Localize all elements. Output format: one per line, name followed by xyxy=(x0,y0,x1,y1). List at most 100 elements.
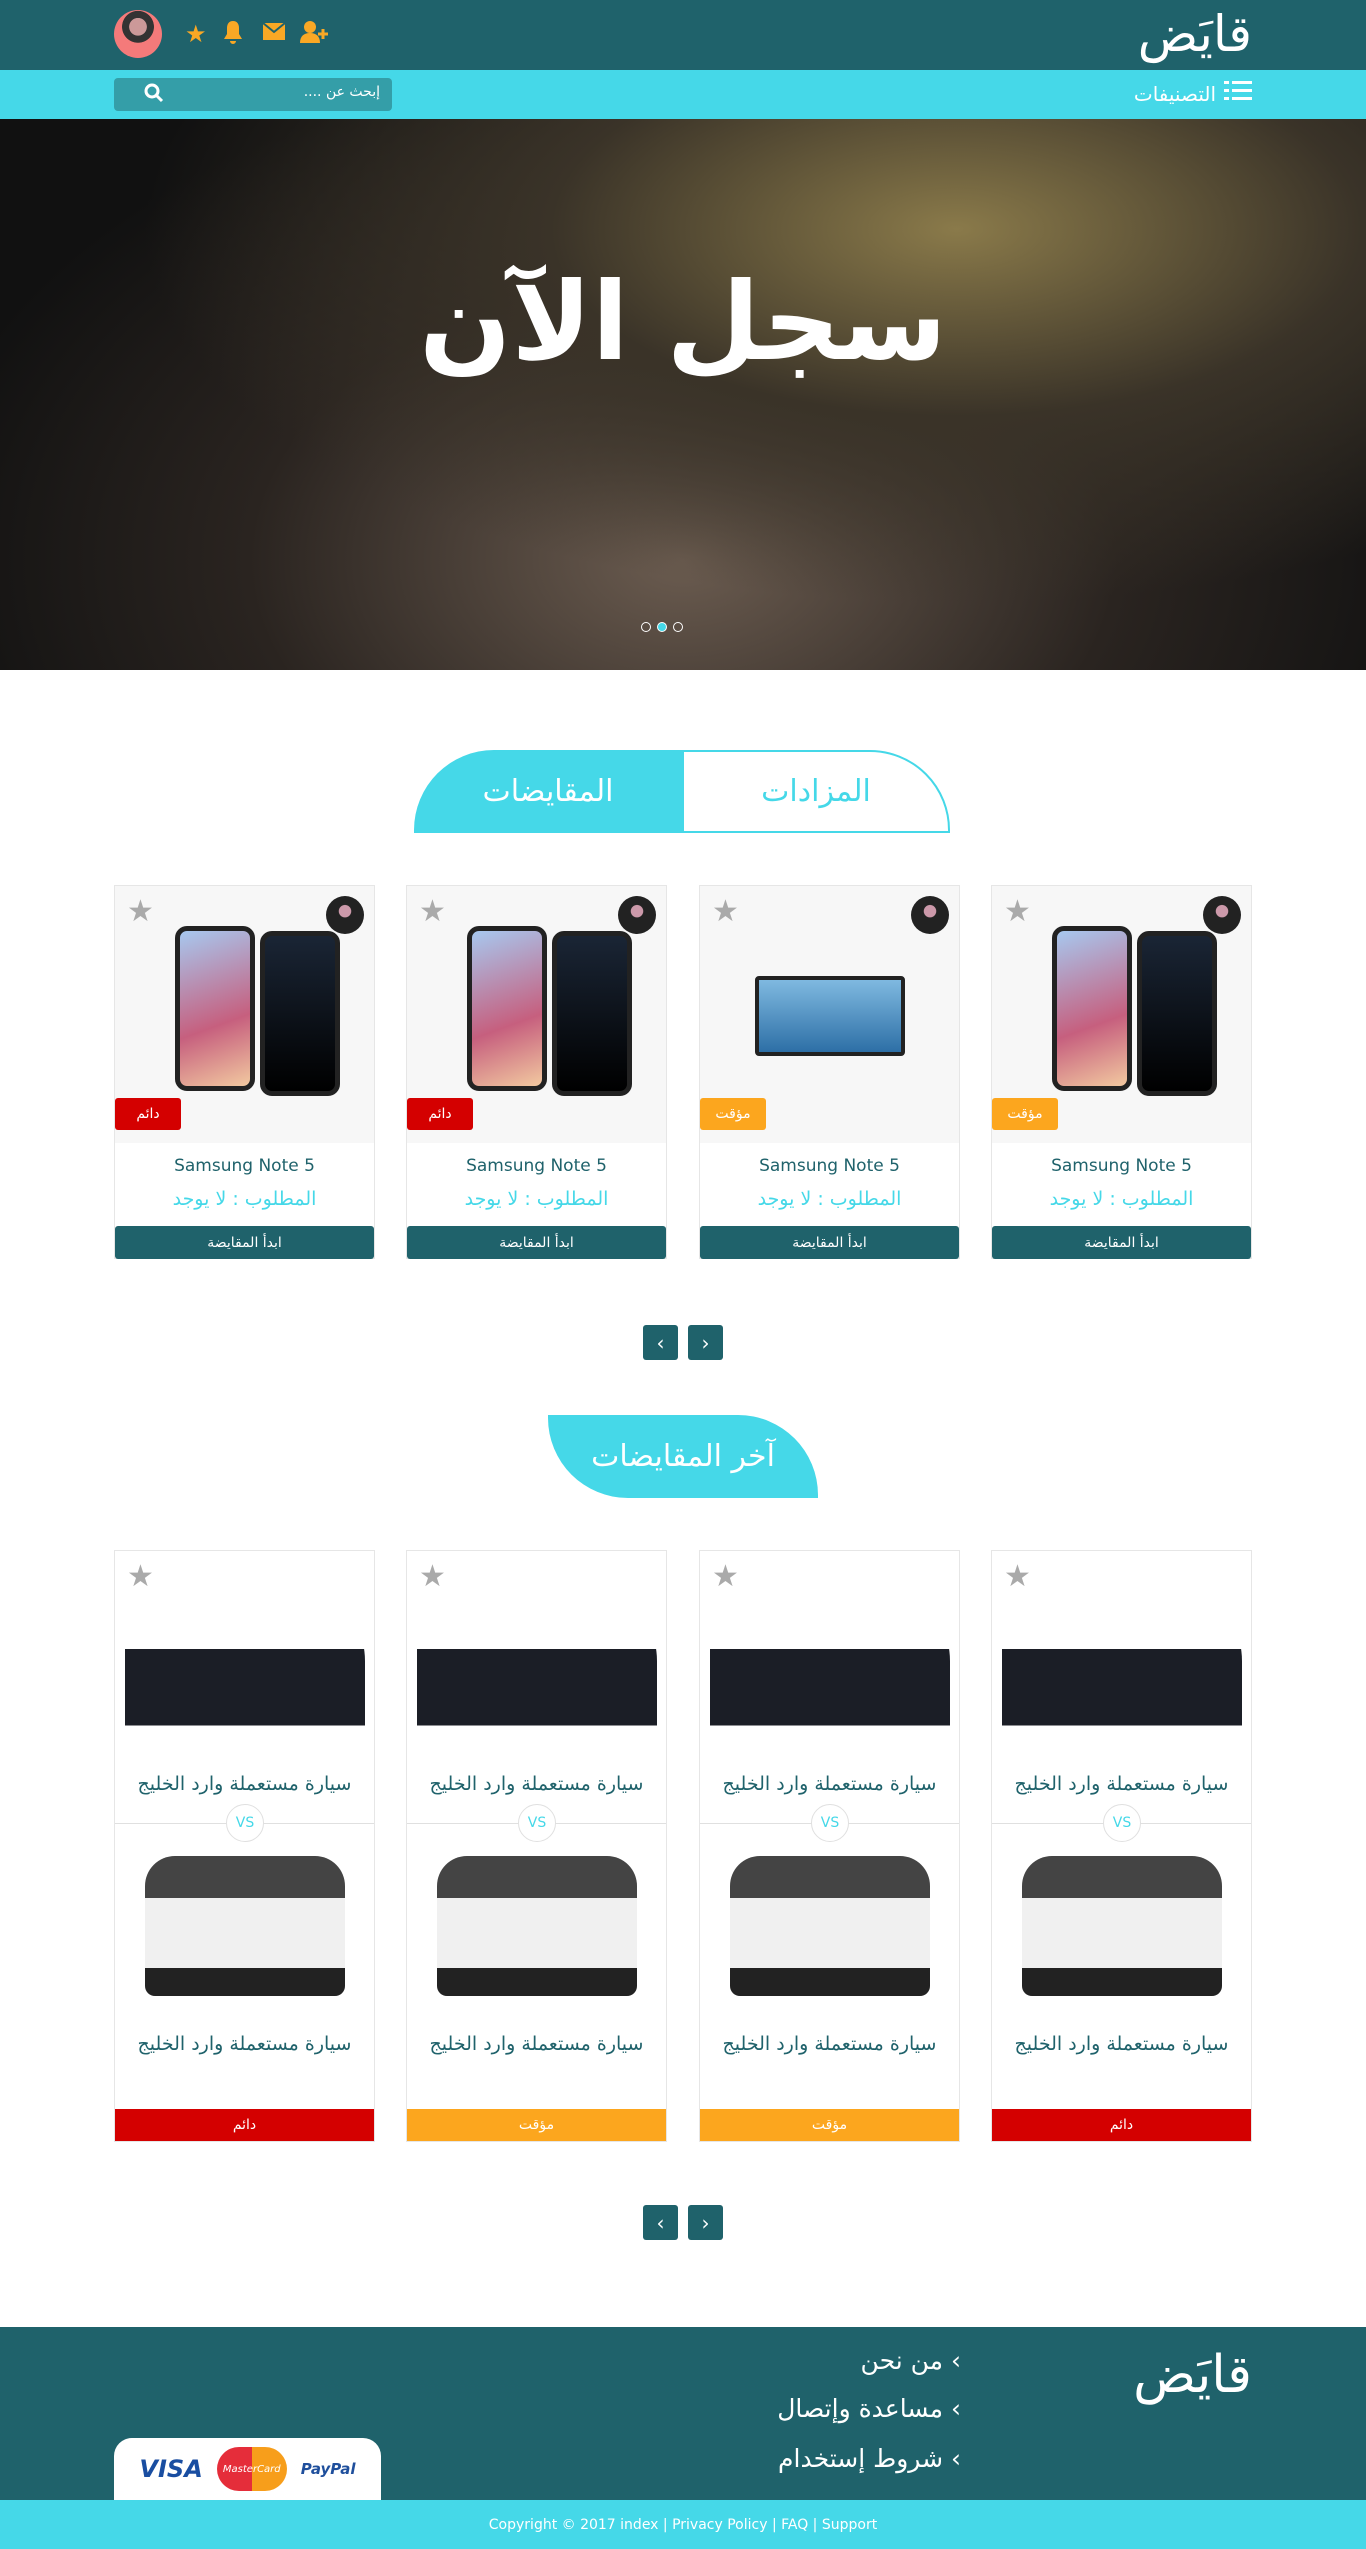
tabs: المقايضات المزادات xyxy=(414,750,950,833)
owner-avatar[interactable] xyxy=(618,896,656,934)
star-icon[interactable]: ★ xyxy=(185,20,207,48)
owner-avatar[interactable] xyxy=(911,896,949,934)
product-image[interactable]: ★ دائم xyxy=(115,886,374,1143)
categories-menu[interactable]: التصنيفات xyxy=(1134,80,1252,107)
section-title: آخر المقايضات xyxy=(548,1415,818,1498)
product-title[interactable]: Samsung Note 5 xyxy=(407,1156,666,1176)
hero-slider xyxy=(0,119,1366,670)
footer-link-terms[interactable]: › شروط إستخدام xyxy=(778,2444,961,2473)
vs-badge: VS xyxy=(226,1804,264,1842)
tv-image xyxy=(755,976,905,1056)
owner-avatar[interactable] xyxy=(1203,896,1241,934)
phone-image xyxy=(552,931,632,1096)
product-title[interactable]: Samsung Note 5 xyxy=(700,1156,959,1176)
visa-logo: VISA xyxy=(139,2455,203,2483)
swap-item-title[interactable]: سيارة مستعملة وارد الخليج xyxy=(700,1773,959,1795)
start-swap-button[interactable]: ابدأ المقايضة xyxy=(700,1226,959,1259)
status-bar: دائم xyxy=(992,2109,1251,2141)
next-arrow-button[interactable]: › xyxy=(688,1325,723,1360)
vs-badge: VS xyxy=(811,1804,849,1842)
hero-title[interactable]: سجل الآن xyxy=(0,260,1366,385)
product-title[interactable]: Samsung Note 5 xyxy=(992,1156,1251,1176)
site-logo[interactable]: قايَض xyxy=(1138,4,1252,64)
swap-item-title[interactable]: سيارة مستعملة وارد الخليج xyxy=(992,2033,1251,2055)
user-plus-icon[interactable] xyxy=(300,20,330,50)
prev-arrow-button[interactable]: ‹ xyxy=(643,2205,678,2240)
star-icon[interactable]: ★ xyxy=(712,1559,739,1594)
car-image xyxy=(730,1856,930,1996)
mastercard-logo: MasterCard xyxy=(216,2447,287,2491)
product-card[interactable]: ★ دائم Samsung Note 5 المطلوب : لا يوجد … xyxy=(406,885,667,1259)
product-requirement: المطلوب : لا يوجد xyxy=(464,1188,609,1210)
star-icon[interactable]: ★ xyxy=(1004,894,1031,929)
tab-auctions[interactable]: المزادات xyxy=(682,750,950,833)
swap-item-title[interactable]: سيارة مستعملة وارد الخليج xyxy=(115,2033,374,2055)
footer-link-help[interactable]: › مساعدة وإتصال xyxy=(777,2394,961,2423)
swap-card[interactable]: ★ سيارة مستعملة وارد الخليج VS سيارة مست… xyxy=(699,1550,960,2142)
phone-image xyxy=(1052,926,1132,1091)
car-image xyxy=(710,1581,950,1751)
footer-logo: قايَض xyxy=(1133,2345,1252,2405)
status-badge: مؤقت xyxy=(700,1098,766,1130)
star-icon[interactable]: ★ xyxy=(712,894,739,929)
status-bar: دائم xyxy=(115,2109,374,2141)
product-card[interactable]: ★ دائم Samsung Note 5 المطلوب : لا يوجد … xyxy=(114,885,375,1259)
swap-item-title[interactable]: سيارة مستعملة وارد الخليج xyxy=(700,2033,959,2055)
product-image[interactable]: ★ مؤقت xyxy=(700,886,959,1143)
slider-dot[interactable] xyxy=(641,622,651,632)
status-bar: مؤقت xyxy=(407,2109,666,2141)
product-image[interactable]: ★ دائم xyxy=(407,886,666,1143)
vs-badge: VS xyxy=(518,1804,556,1842)
payment-methods: VISA MasterCard PayPal xyxy=(114,2438,381,2500)
search-input[interactable] xyxy=(200,84,380,100)
prev-arrow-button[interactable]: ‹ xyxy=(643,1325,678,1360)
swap-item-title[interactable]: سيارة مستعملة وارد الخليج xyxy=(407,1773,666,1795)
product-requirement: المطلوب : لا يوجد xyxy=(172,1188,317,1210)
swap-item-title[interactable]: سيارة مستعملة وارد الخليج xyxy=(407,2033,666,2055)
start-swap-button[interactable]: ابدأ المقايضة xyxy=(992,1226,1251,1259)
tab-swaps[interactable]: المقايضات xyxy=(414,750,682,833)
car-image xyxy=(145,1856,345,1996)
phone-image xyxy=(260,931,340,1096)
swap-card[interactable]: ★ سيارة مستعملة وارد الخليج VS سيارة مست… xyxy=(114,1550,375,2142)
product-image[interactable]: ★ مؤقت xyxy=(992,886,1251,1143)
link-label: شروط إستخدام xyxy=(778,2444,944,2473)
chevron-icon: › xyxy=(943,2346,961,2375)
start-swap-button[interactable]: ابدأ المقايضة xyxy=(407,1226,666,1259)
vs-badge: VS xyxy=(1103,1804,1141,1842)
car-image xyxy=(437,1856,637,1996)
star-icon[interactable]: ★ xyxy=(419,1559,446,1594)
copyright[interactable]: Copyright © 2017 index | Privacy Policy … xyxy=(0,2500,1366,2549)
swap-card[interactable]: ★ سيارة مستعملة وارد الخليج VS سيارة مست… xyxy=(991,1550,1252,2142)
star-icon[interactable]: ★ xyxy=(127,1559,154,1594)
product-card[interactable]: ★ مؤقت Samsung Note 5 المطلوب : لا يوجد … xyxy=(699,885,960,1259)
next-arrow-button[interactable]: › xyxy=(688,2205,723,2240)
car-image xyxy=(417,1581,657,1751)
product-title[interactable]: Samsung Note 5 xyxy=(115,1156,374,1176)
link-label: من نحن xyxy=(860,2346,944,2375)
slider-dot-active[interactable] xyxy=(657,622,667,632)
user-avatar[interactable] xyxy=(114,10,162,58)
start-swap-button[interactable]: ابدأ المقايضة xyxy=(115,1226,374,1259)
star-icon[interactable]: ★ xyxy=(1004,1559,1031,1594)
star-icon[interactable]: ★ xyxy=(419,894,446,929)
phone-image xyxy=(175,926,255,1091)
owner-avatar[interactable] xyxy=(326,896,364,934)
car-image xyxy=(125,1581,365,1751)
bell-icon[interactable] xyxy=(222,20,244,52)
phone-image xyxy=(1137,931,1217,1096)
envelope-icon[interactable] xyxy=(262,20,286,48)
slider-dot[interactable] xyxy=(673,622,683,632)
car-image xyxy=(1022,1856,1222,1996)
chevron-icon: › xyxy=(943,2394,961,2423)
star-icon[interactable]: ★ xyxy=(127,894,154,929)
search-box xyxy=(114,78,392,111)
swap-card[interactable]: ★ سيارة مستعملة وارد الخليج VS سيارة مست… xyxy=(406,1550,667,2142)
swap-item-title[interactable]: سيارة مستعملة وارد الخليج xyxy=(992,1773,1251,1795)
car-image xyxy=(1002,1581,1242,1751)
swap-item-title[interactable]: سيارة مستعملة وارد الخليج xyxy=(115,1773,374,1795)
search-icon[interactable] xyxy=(144,83,164,108)
footer-link-about[interactable]: › من نحن xyxy=(861,2346,961,2375)
product-card[interactable]: ★ مؤقت Samsung Note 5 المطلوب : لا يوجد … xyxy=(991,885,1252,1259)
categories-label: التصنيفات xyxy=(1133,81,1216,106)
